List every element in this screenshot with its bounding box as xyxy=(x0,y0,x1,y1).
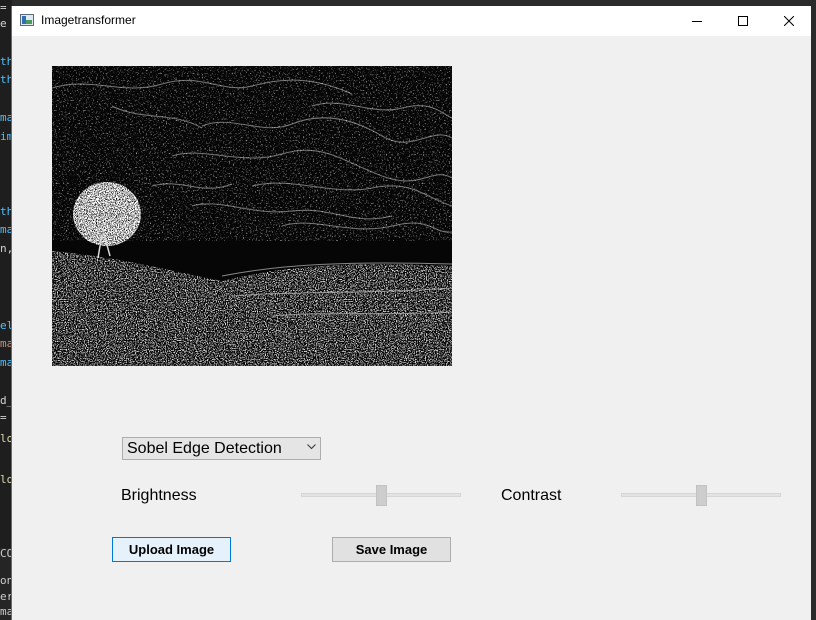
minimize-icon xyxy=(692,21,702,22)
slider-handle[interactable] xyxy=(696,485,707,506)
minimize-button[interactable] xyxy=(674,6,720,36)
save-image-button[interactable]: Save Image xyxy=(332,537,451,562)
background-code-fragment: = xyxy=(0,411,7,424)
contrast-label: Contrast xyxy=(501,487,562,504)
brightness-slider[interactable] xyxy=(301,485,461,506)
close-icon xyxy=(784,16,794,26)
sobel-edge-image xyxy=(52,66,452,366)
maximize-button[interactable] xyxy=(720,6,766,36)
app-window: Imagetransformer Sobel Edge Detection Br… xyxy=(11,6,811,620)
chevron-down-icon xyxy=(307,444,316,450)
background-code-fragment: = xyxy=(0,1,7,14)
app-icon xyxy=(20,14,34,26)
slider-handle[interactable] xyxy=(376,485,387,506)
maximize-icon xyxy=(738,16,748,26)
window-title: Imagetransformer xyxy=(41,13,136,27)
filter-select[interactable]: Sobel Edge Detection xyxy=(122,437,321,460)
filter-select-value: Sobel Edge Detection xyxy=(127,440,282,457)
image-preview xyxy=(52,66,452,366)
brightness-label: Brightness xyxy=(121,487,197,504)
upload-image-button[interactable]: Upload Image xyxy=(112,537,231,562)
title-bar[interactable]: Imagetransformer xyxy=(12,6,811,36)
contrast-slider[interactable] xyxy=(621,485,781,506)
close-button[interactable] xyxy=(766,6,812,36)
background-code-fragment: e xyxy=(0,17,7,30)
